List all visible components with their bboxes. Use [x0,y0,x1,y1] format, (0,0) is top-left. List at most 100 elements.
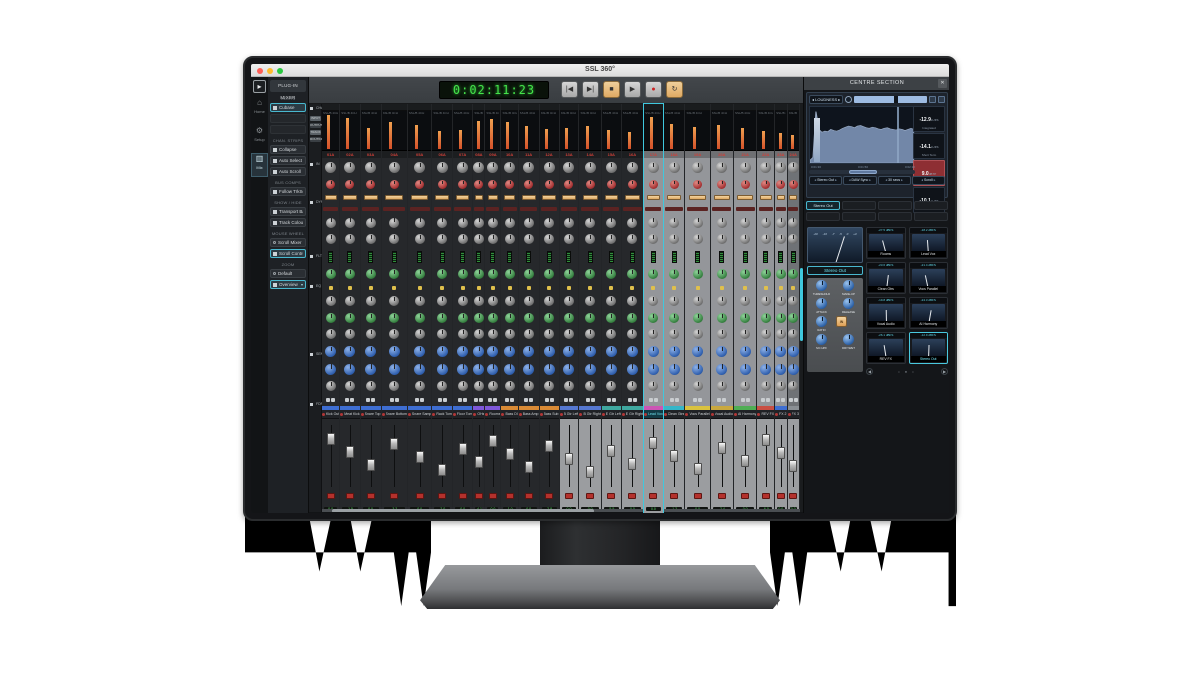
fader-cap[interactable] [390,438,398,450]
knob[interactable] [564,313,574,323]
dynamics-button[interactable] [435,195,449,200]
panel-item-overview[interactable]: Overview▾ [270,280,306,289]
record-arm-icon[interactable] [485,413,488,416]
knob[interactable] [488,218,498,228]
knob[interactable] [585,296,595,306]
knob[interactable] [474,269,484,279]
knob[interactable] [740,162,751,173]
knob[interactable] [365,162,376,173]
comp-knob-ratio[interactable]: RATIO [809,316,834,332]
fader-cap[interactable] [670,450,678,462]
knob[interactable] [717,313,727,323]
track-name[interactable]: Rack Tom [432,410,452,418]
knob[interactable] [326,313,336,323]
switch-row[interactable] [390,398,399,402]
knob[interactable] [474,296,484,306]
strip-tab[interactable] [664,104,685,111]
track-name[interactable]: B Gtr Right [579,410,600,418]
knob[interactable] [488,180,497,189]
track-name[interactable]: FX 2 [775,410,786,418]
record-arm-icon[interactable] [602,413,605,416]
knob[interactable] [606,313,616,323]
knob[interactable] [776,180,785,189]
knob[interactable] [458,234,468,244]
knob[interactable] [505,234,515,244]
knob[interactable] [693,180,702,189]
track-name[interactable]: Bass Sub [540,410,559,418]
knob[interactable] [414,346,425,357]
graph-scrollbar[interactable] [809,170,915,174]
knob[interactable] [627,313,637,323]
fader[interactable]: 0.0 [485,418,500,513]
knob[interactable] [843,298,854,309]
dynamics-button[interactable] [343,195,357,200]
knob[interactable] [627,162,638,173]
knob[interactable] [437,218,447,228]
fader-cap[interactable] [741,455,749,467]
knob[interactable] [585,329,595,339]
knob[interactable] [344,162,355,173]
mute-button[interactable] [459,493,467,499]
mute-button[interactable] [346,493,354,499]
record-arm-icon[interactable] [340,413,343,416]
knob[interactable] [458,381,468,391]
knob[interactable] [648,269,658,279]
knob[interactable] [693,381,703,391]
knob[interactable] [437,234,447,244]
switch-row[interactable] [717,398,726,402]
knob[interactable] [816,280,827,291]
switch-row[interactable] [761,398,770,402]
fader-cap[interactable] [346,446,354,458]
switch-row[interactable] [545,398,554,402]
knob[interactable] [389,218,399,228]
knob[interactable] [692,364,703,375]
record-arm-icon[interactable] [664,413,667,416]
dynamics-button[interactable] [475,195,483,200]
knob[interactable] [606,381,616,391]
record-arm-icon[interactable] [361,413,364,416]
knob[interactable] [775,346,786,357]
knob[interactable] [788,381,798,391]
fader[interactable]: 0.0 [788,418,799,513]
channel-strip-snare-bottom[interactable]: SSL/B 4CH04ASnare Bottom-3.2 [382,104,407,513]
mute-button[interactable] [489,493,497,499]
switch-row[interactable] [415,398,424,402]
knob[interactable] [740,381,750,391]
knob[interactable] [775,364,786,375]
knob[interactable] [544,296,554,306]
mute-button[interactable] [416,493,424,499]
knob[interactable] [789,180,798,189]
knob[interactable] [457,364,468,375]
knob[interactable] [716,364,727,375]
channel-strip-vocal-audio[interactable]: SSL/B 4CH20AVocal Audio-2.4 [711,104,733,513]
comp-knob-s-c-hpf[interactable]: S/C HPF [809,334,834,350]
fader[interactable]: 0.0 [734,418,756,513]
channel-strip-bass-di[interactable]: SSL/B 4CH10ABass DI-1.0 [501,104,517,513]
knob[interactable] [487,162,498,173]
channel-strip-lead-vox[interactable]: SSL/B 4CH17ALead Vox0.0 [644,104,663,513]
knob[interactable] [415,218,425,228]
dynamics-button[interactable] [789,195,797,200]
knob[interactable] [457,162,468,173]
mute-button[interactable] [649,493,657,499]
switch-row[interactable] [649,398,658,402]
track-name[interactable]: Bass DI [501,410,517,418]
knob[interactable] [505,218,515,228]
knob[interactable] [648,346,659,357]
mixer-section-eq[interactable]: EQ [310,284,321,288]
knob[interactable] [389,162,400,173]
knob[interactable] [458,329,468,339]
knob[interactable] [717,329,727,339]
knob[interactable] [544,218,554,228]
fader-cap[interactable] [777,447,785,459]
knob[interactable] [717,180,726,189]
pager-prev-button[interactable]: ◀ [866,368,873,375]
knob[interactable] [345,269,355,279]
knob[interactable] [326,269,336,279]
strip-tab[interactable] [340,104,359,111]
knob[interactable] [669,329,679,339]
knob[interactable] [325,364,336,375]
knob[interactable] [606,346,617,357]
knob[interactable] [504,162,515,173]
knob[interactable] [523,162,534,173]
